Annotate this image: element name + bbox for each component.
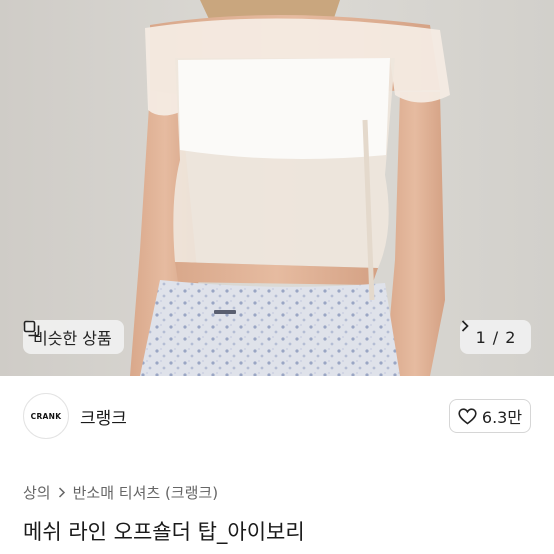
like-count: 6.3만 [481,408,523,427]
similar-items-button[interactable]: 비슷한 상품 [23,320,124,354]
like-button[interactable]: 6.3만 [449,399,531,433]
shop-info: CRANK 크랭크 6.3만 [23,392,531,440]
shop-avatar[interactable]: CRANK [23,393,69,439]
image-pager[interactable]: 1 / 2 [460,320,531,354]
copy-icon [23,320,40,337]
shop-logo-text: CRANK [30,411,62,421]
shop-name[interactable]: 크랭크 [80,404,127,429]
breadcrumb-category[interactable]: 상의 [23,482,51,503]
pager-total: 2 [505,327,516,347]
product-image-carousel[interactable]: 비슷한 상품 1 / 2 [0,0,554,376]
breadcrumb-subcategory[interactable]: 반소매 티셔츠 (크랭크) [73,482,218,503]
product-title: 메쉬 라인 오프숄더 탑_아이보리 [23,520,305,544]
pager-current: 1 [475,327,486,347]
chevron-right-icon [461,320,469,332]
chevron-right-icon [58,487,65,498]
heart-outline-icon [458,407,477,424]
pager-separator: / [492,327,499,347]
similar-items-label: 비슷한 상품 [33,329,112,348]
breadcrumb: 상의 반소매 티셔츠 (크랭크) [23,482,218,503]
